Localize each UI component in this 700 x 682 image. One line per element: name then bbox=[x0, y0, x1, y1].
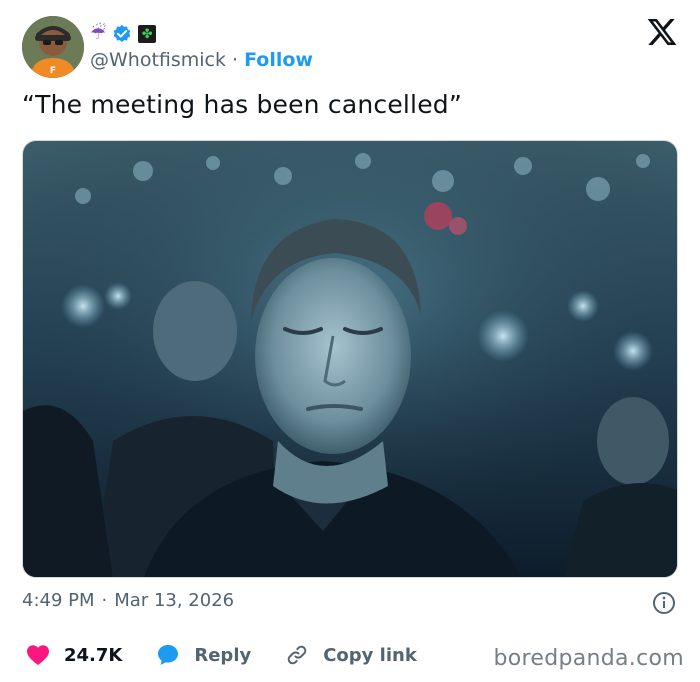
umbrella-icon: ☔ bbox=[90, 23, 107, 44]
like-button[interactable]: 24.7K bbox=[26, 644, 122, 666]
heart-icon bbox=[27, 645, 49, 665]
author-avatar[interactable]: F bbox=[22, 16, 84, 78]
verified-icon bbox=[113, 24, 131, 43]
info-icon[interactable] bbox=[652, 591, 676, 615]
copy-link-label: Copy link bbox=[323, 644, 417, 666]
reply-bubble-icon bbox=[158, 645, 179, 665]
reply-button[interactable]: Reply bbox=[156, 643, 251, 667]
author-name-row: ☔ ✤ bbox=[90, 22, 157, 46]
tweet-date: Mar 13, 2026 bbox=[114, 590, 235, 611]
clover-icon: ✤ bbox=[138, 25, 157, 43]
tweet-actions: 24.7K Reply Copy link bbox=[26, 643, 417, 667]
timestamp-separator: · bbox=[101, 590, 108, 611]
tweet-time: 4:49 PM bbox=[22, 590, 95, 611]
like-count: 24.7K bbox=[64, 644, 123, 666]
reply-label: Reply bbox=[194, 644, 252, 666]
avatar-cartoon-icon: F bbox=[22, 16, 84, 78]
x-logo-icon[interactable] bbox=[646, 16, 678, 48]
nightclub-photo bbox=[23, 141, 677, 577]
watermark-text: boredpanda.com bbox=[493, 646, 684, 671]
link-icon bbox=[287, 645, 307, 665]
tweet-text: “The meeting has been cancelled” bbox=[22, 90, 463, 119]
copy-link-button[interactable]: Copy link bbox=[285, 643, 417, 667]
svg-text:F: F bbox=[50, 66, 56, 76]
tweet-timestamp[interactable]: 4:49 PM · Mar 13, 2026 bbox=[22, 590, 234, 611]
handle-separator: · bbox=[232, 49, 239, 71]
author-handle[interactable]: @Whotfismick bbox=[90, 49, 226, 71]
follow-button[interactable]: Follow bbox=[244, 49, 313, 71]
author-handle-row: @Whotfismick · Follow bbox=[90, 48, 313, 72]
tweet-photo[interactable] bbox=[22, 140, 678, 578]
